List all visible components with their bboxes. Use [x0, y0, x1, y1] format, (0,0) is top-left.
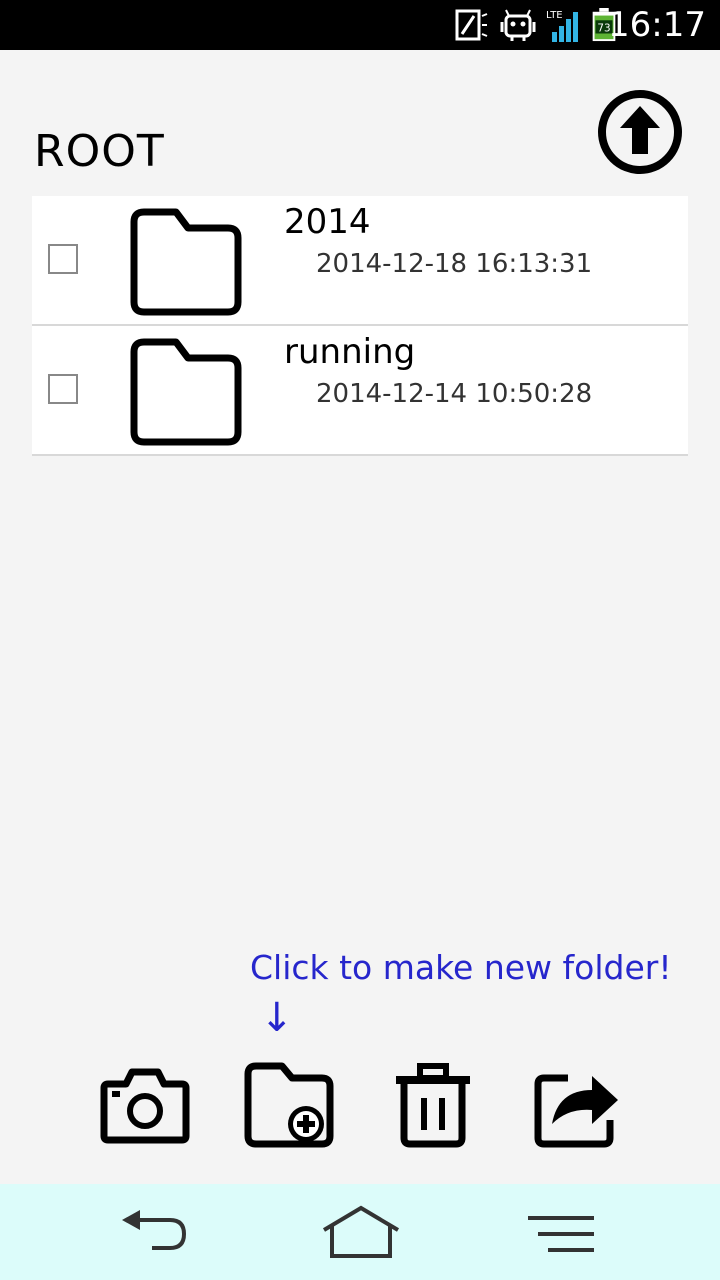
file-name: 2014	[284, 202, 371, 242]
nav-bar	[0, 1184, 720, 1280]
page-title: ROOT	[34, 126, 165, 177]
menu-icon[interactable]	[518, 1202, 608, 1262]
file-date: 2014-12-14 10:50:28	[316, 379, 593, 409]
file-date: 2014-12-18 16:13:31	[316, 249, 593, 279]
status-bar: LTE 73 16:17	[0, 0, 720, 50]
new-folder-icon[interactable]	[244, 1060, 334, 1150]
signal-icon: LTE	[546, 10, 578, 42]
android-icon	[500, 9, 536, 41]
file-row[interactable]: running 2014-12-14 10:50:28	[32, 326, 688, 456]
file-name: running	[284, 332, 416, 372]
home-icon[interactable]	[316, 1202, 406, 1262]
arrow-up-circle-icon[interactable]	[596, 88, 684, 176]
trash-icon[interactable]	[388, 1060, 478, 1150]
folder-icon	[130, 208, 242, 316]
sim-icon	[455, 9, 488, 41]
back-icon[interactable]	[112, 1202, 202, 1262]
file-row[interactable]: 2014 2014-12-18 16:13:31	[32, 196, 688, 326]
hint-text: Click to make new folder!	[250, 948, 672, 987]
file-list: 2014 2014-12-18 16:13:31 running 2014-12…	[32, 196, 688, 456]
share-icon[interactable]	[532, 1060, 622, 1150]
folder-icon	[130, 338, 242, 446]
row-checkbox[interactable]	[48, 374, 78, 404]
status-clock: 16:17	[608, 5, 706, 45]
camera-icon[interactable]	[100, 1060, 190, 1150]
network-label: LTE	[546, 10, 563, 21]
hint-arrow: ↓	[260, 995, 294, 1041]
row-checkbox[interactable]	[48, 244, 78, 274]
